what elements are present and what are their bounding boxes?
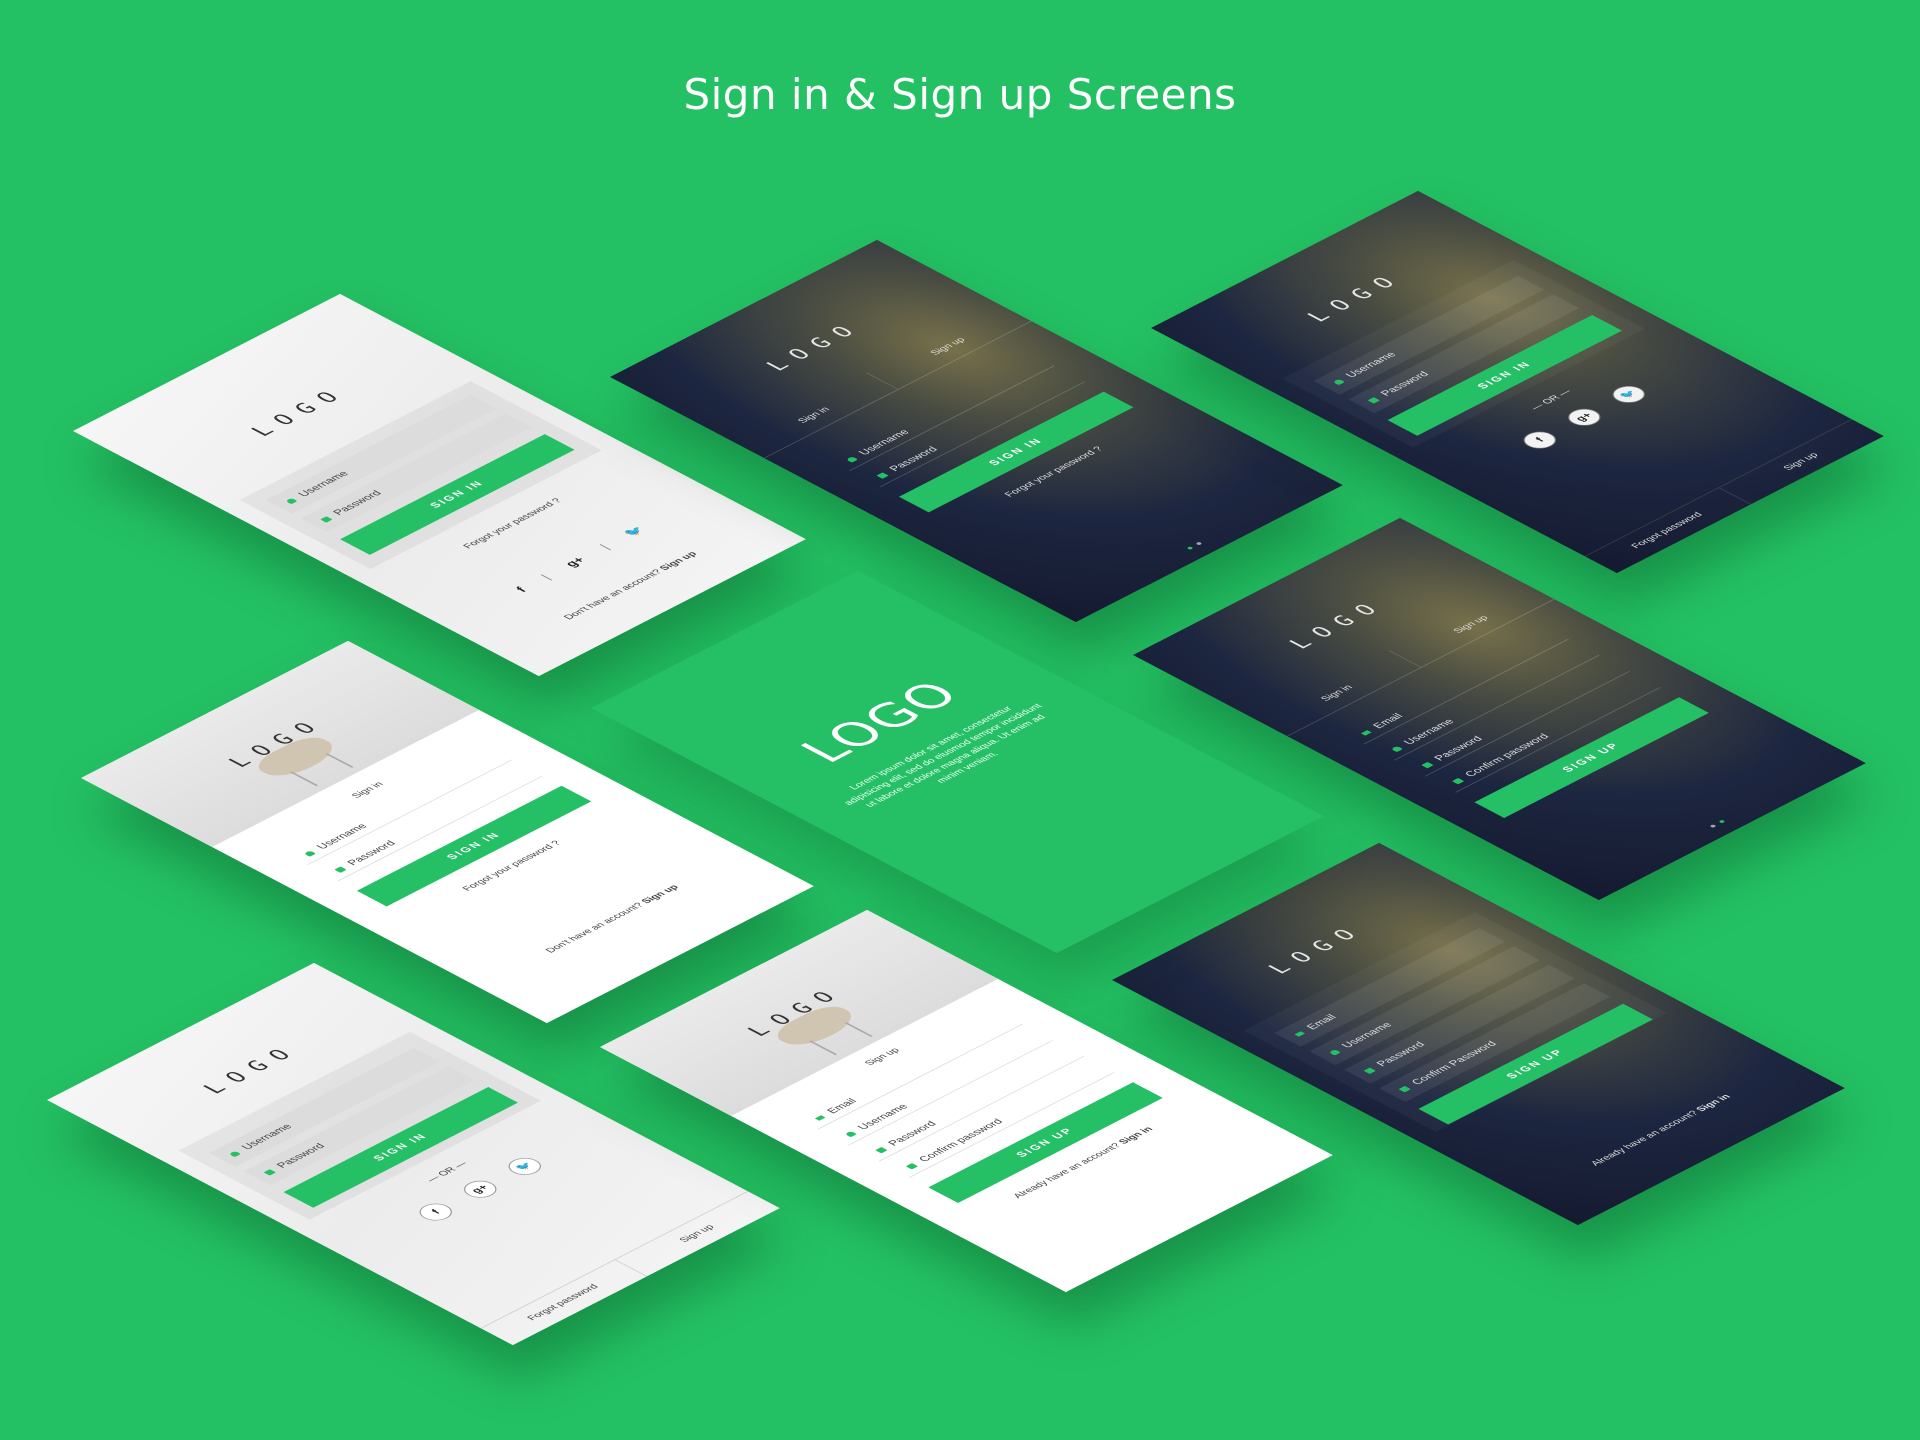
page-title: Sign in & Sign up Screens [683,70,1237,119]
user-icon [284,497,298,505]
separator: | [596,542,613,551]
chair-leg [325,753,354,768]
lock-icon [1420,761,1434,769]
signin-prompt: Already have an account? Sign in [1523,1059,1800,1201]
lock-icon [263,1168,276,1176]
password-placeholder: Password [345,839,399,867]
sign-up-link[interactable]: Sign up [658,550,700,572]
lock-icon [1363,1067,1376,1074]
lock-icon [1451,777,1464,785]
email-icon [814,1115,826,1121]
lock-icon [1398,1085,1411,1093]
lock-icon [333,866,347,873]
lock-icon [876,472,889,479]
twitter-icon[interactable]: 🐦 [1605,382,1652,407]
sign-in-link[interactable]: Sign in [1694,1093,1733,1113]
user-icon [844,1130,857,1138]
sign-up-link[interactable]: Sign up [614,1191,780,1277]
facebook-icon[interactable]: f [413,1199,460,1224]
sign-in-link[interactable]: Sign in [1117,1125,1156,1145]
facebook-icon[interactable]: f [512,585,529,594]
bottom-links: Forgot password Sign up [1584,419,1884,574]
signup-prompt: Don't have an account? Sign up [474,848,751,990]
user-icon [845,456,858,463]
dot[interactable] [1709,824,1717,828]
dot-active[interactable] [1186,546,1194,550]
dot[interactable] [1195,541,1203,546]
email-icon [1360,729,1372,736]
user-icon [1390,745,1403,753]
email-placeholder: Email [824,1097,860,1116]
sign-up-link[interactable]: Sign up [1718,419,1884,505]
chair-leg [809,1040,838,1056]
twitter-icon[interactable]: 🐦 [501,1154,548,1179]
password-placeholder: Password [887,445,941,473]
chair-leg [844,1022,873,1037]
twitter-icon[interactable]: 🐦 [620,524,648,539]
forgot-password-link[interactable]: Forgot password [481,1260,646,1345]
user-icon [1332,378,1345,385]
sign-up-link[interactable]: Sign up [639,883,681,905]
prompt-text: Don't have an account? [543,901,647,955]
lock-icon [874,1146,888,1154]
dot-active[interactable] [1718,819,1726,824]
email-placeholder: Email [1370,712,1406,731]
user-icon [228,1150,241,1157]
lock-icon [905,1162,918,1170]
bottom-links: Forgot password Sign up [480,1191,780,1346]
forgot-password-link[interactable]: Forgot password [1585,488,1750,573]
facebook-icon[interactable]: f [1517,427,1564,452]
google-plus-icon[interactable]: g+ [1561,405,1608,430]
chair-leg [290,771,319,787]
user-icon [1328,1048,1341,1056]
page-indicator[interactable] [1574,750,1857,895]
email-placeholder: Email [1304,1013,1340,1032]
user-icon [303,850,316,857]
prompt-text: Already have an account? [1588,1109,1702,1168]
email-icon [1294,1031,1305,1037]
lock-icon [1367,396,1380,404]
google-plus-icon[interactable]: g+ [457,1177,504,1202]
separator: | [537,572,554,582]
prompt-text: Don't have an account? [561,568,665,622]
google-plus-icon[interactable]: g+ [561,555,588,569]
lock-icon [319,516,333,523]
